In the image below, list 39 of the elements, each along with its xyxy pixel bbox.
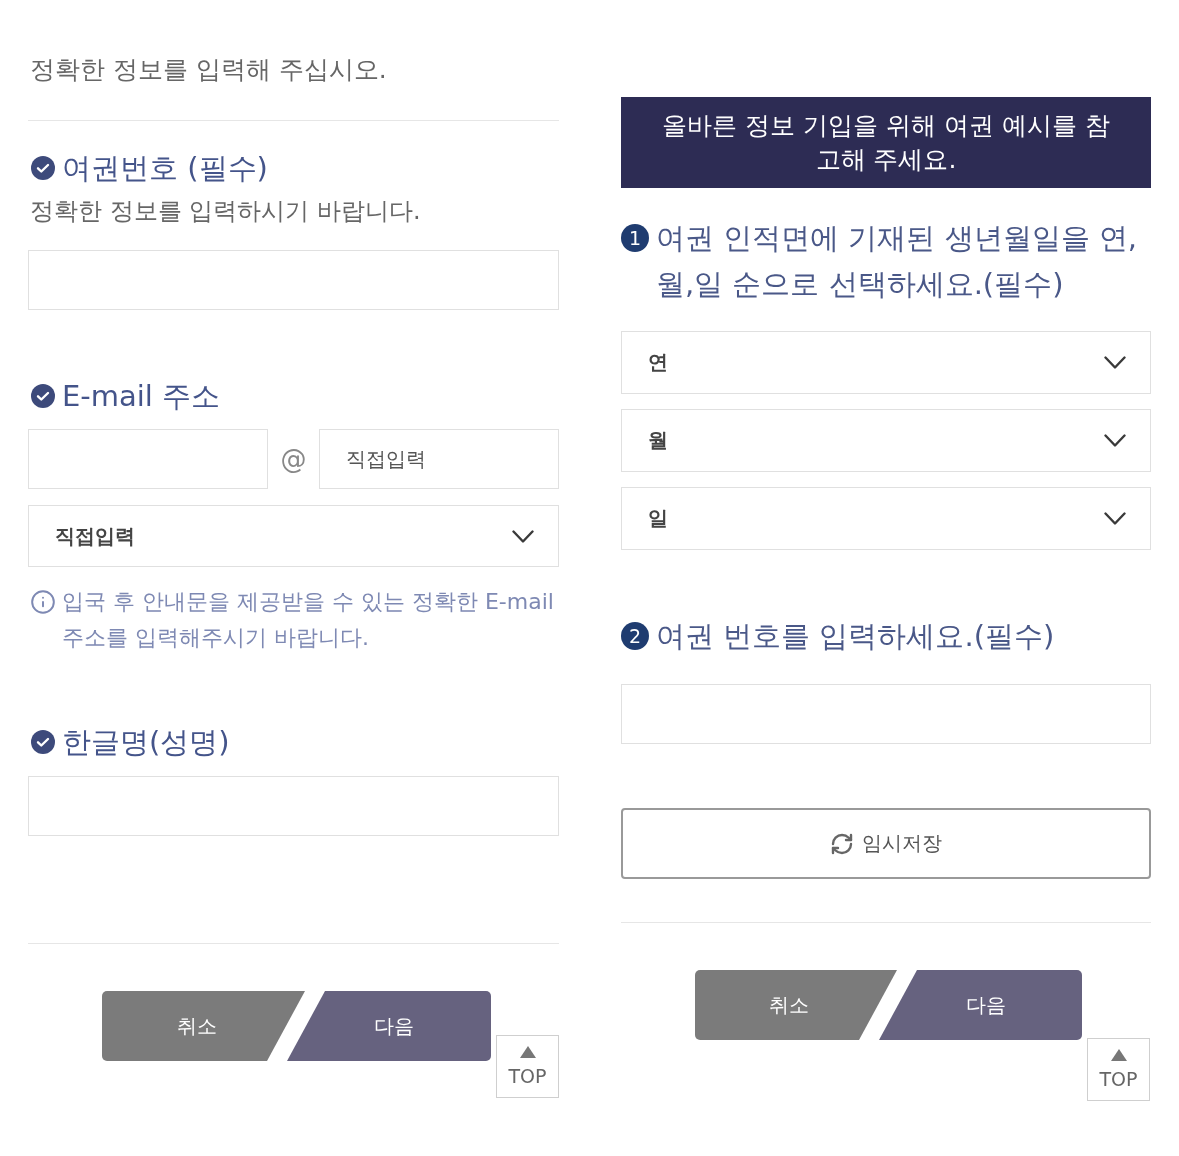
email-id-field[interactable] [28,429,268,489]
chevron-down-icon [512,529,534,543]
text-input-field[interactable] [28,250,559,310]
step-title: 여권 번호를 입력하세요.(필수) [656,618,1055,655]
check-circle-icon [31,730,55,754]
triangle-up-icon [519,1046,536,1058]
date-dropdown[interactable]: 연 [621,331,1151,394]
info-banner: 올바른 정보 기입을 위해 여권 예시를 참고해 주세요. [621,97,1151,188]
cancel-button[interactable]: 취소 [695,970,897,1040]
intro-text: 정확한 정보를 입력해 주십시오. [29,54,387,86]
temporary-save-button[interactable]: 임시저장 [621,808,1151,879]
chevron-down-icon [1104,356,1126,369]
step-title: 여권 인적면에 기재된 생년월일을 연,월,일 순으로 선택하세요.(필수) [656,220,1139,303]
step-number: 1 [621,224,649,252]
date-dropdown[interactable]: 일 [621,487,1151,550]
cancel-button[interactable]: 취소 [102,991,305,1061]
text-input-field[interactable] [28,776,559,836]
chevron-down-icon [1104,434,1126,447]
chevron-down-icon [1104,512,1126,525]
field-label: 한글명(성명) [62,724,230,761]
check-circle-icon [31,384,55,408]
at-sign: @ [279,444,308,474]
refresh-icon [830,831,854,856]
next-button[interactable]: 다음 [879,970,1082,1040]
passport-number-field[interactable] [621,684,1151,744]
info-icon [30,589,56,615]
domain-dropdown[interactable]: 직접입력 [28,505,559,567]
field-hint: 정확한 정보를 입력하시기 바랍니다. [29,196,421,227]
step-number: 2 [621,622,649,650]
check-circle-icon [31,156,55,180]
triangle-up-icon [1110,1049,1127,1061]
email-domain-field[interactable]: 직접입력 [319,429,559,489]
top-button[interactable]: TOP [1087,1038,1150,1101]
next-button[interactable]: 다음 [287,991,491,1061]
top-button[interactable]: TOP [496,1035,559,1098]
date-dropdown[interactable]: 월 [621,409,1151,472]
field-label: 여권번호 (필수) [62,150,268,187]
notice-text: 입국 후 안내문을 제공받을 수 있는 정확한 E-mail 주소를 입력해주시기 바랍니다. [62,588,555,652]
field-label: E-mail 주소 [62,378,221,415]
